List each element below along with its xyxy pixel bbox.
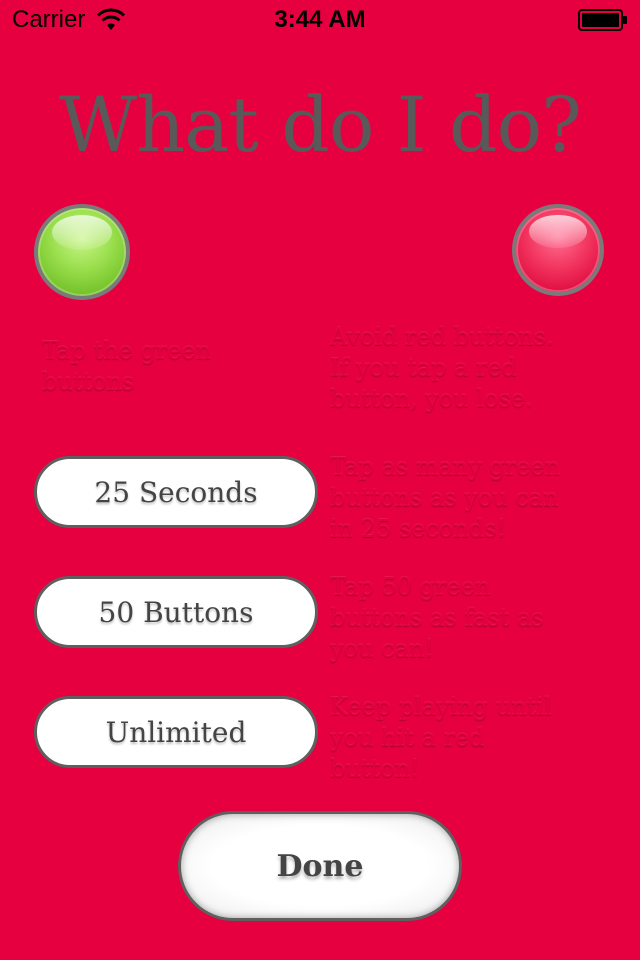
mode-50-buttons-description: Tap 50 green buttons as fast as you can!	[330, 573, 544, 663]
mode-unlimited-button[interactable]: Unlimited	[34, 696, 318, 768]
status-bar: Carrier 3:44 AM	[0, 0, 640, 40]
battery-icon	[578, 9, 628, 31]
red-instruction: Avoid red buttons. If you tap a red butt…	[330, 323, 554, 413]
green-instruction: Tap the green buttons	[42, 337, 212, 396]
green-button-icon	[34, 204, 130, 300]
orb-shine	[52, 215, 112, 251]
mode-unlimited-description: Keep playing until you hit a red button!	[330, 693, 552, 783]
mode-25-seconds-description: Tap as many green buttons as you can in …	[330, 453, 561, 543]
page-title: What do I do?	[59, 80, 582, 169]
mode-25-seconds-button[interactable]: 25 Seconds	[34, 456, 318, 528]
orb-shine	[529, 214, 587, 249]
mode-50-buttons-button[interactable]: 50 Buttons	[34, 576, 318, 648]
red-button-icon	[512, 204, 604, 296]
status-time: 3:44 AM	[274, 6, 366, 33]
done-button[interactable]: Done	[178, 811, 462, 921]
